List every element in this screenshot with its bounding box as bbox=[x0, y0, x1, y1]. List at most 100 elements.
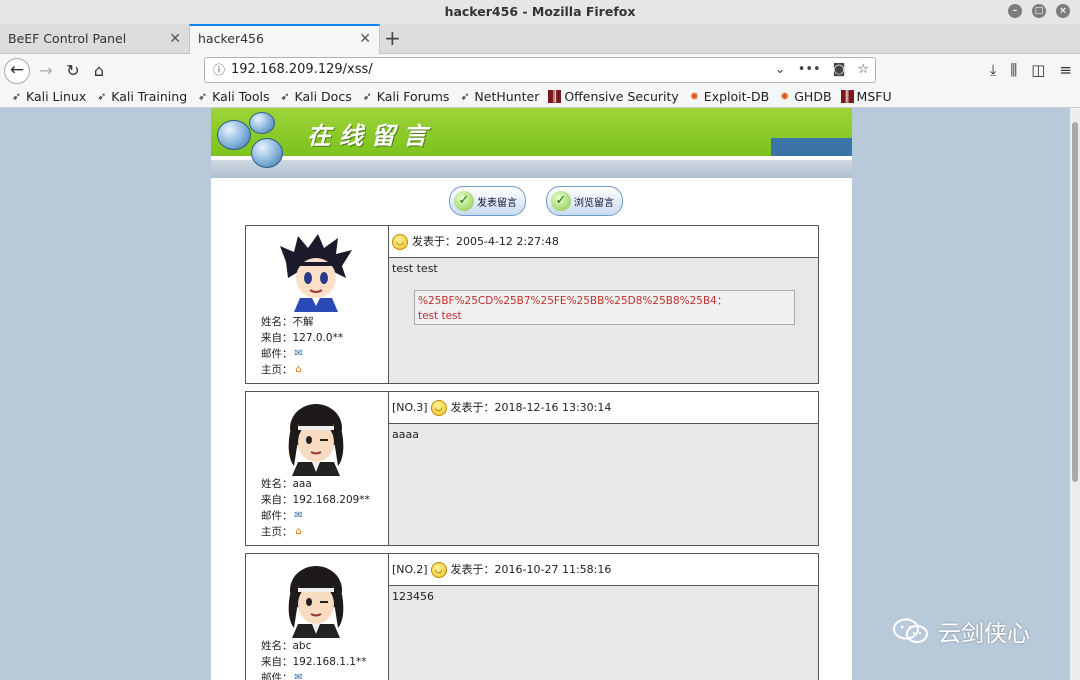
kali-dragon-icon: ➶ bbox=[460, 90, 470, 103]
sidebar-icon[interactable]: ◫ bbox=[1031, 58, 1045, 82]
mail-icon[interactable]: ✉ bbox=[293, 510, 305, 522]
bookmarks-toolbar: ➶ Kali Linux ➶ Kali Training ➶ Kali Tools ➶… bbox=[0, 86, 1080, 108]
bookmark-ghdb[interactable]: ✸ GHDB bbox=[778, 89, 831, 104]
kali-dragon-icon: ➶ bbox=[97, 90, 107, 103]
author-info: 姓名：aaa 来自：192.168.209** 邮件： ✉ 主页： ⌂ bbox=[261, 476, 370, 540]
author-mail: 邮件： ✉ bbox=[261, 510, 305, 522]
exploit-db-icon: ✸ bbox=[689, 90, 699, 103]
author-panel: 姓名：abc 来自：192.168.1.1** 邮件： ✉ bbox=[246, 554, 389, 680]
bookmark-kali-docs[interactable]: ➶ Kali Docs bbox=[279, 89, 351, 104]
url-bar[interactable]: ⓘ 192.168.209.129/xss/ ⌄ ••• ◙ ☆ bbox=[204, 57, 876, 83]
author-panel: 姓名：不解 来自：127.0.0** 邮件： ✉ 主页： ⌂ bbox=[246, 226, 389, 383]
bookmark-kali-forums[interactable]: ➶ Kali Forums bbox=[361, 89, 450, 104]
bookmark-exploit-db[interactable]: ✸ Exploit-DB bbox=[688, 89, 770, 104]
back-arrow-icon[interactable]: ← bbox=[4, 58, 30, 84]
library-icon[interactable]: ⫼ bbox=[1010, 58, 1017, 82]
site-banner: 在线留言 bbox=[211, 108, 852, 178]
toolbar-icons: ⤓ ⫼ ◫ ≡ bbox=[990, 58, 1072, 82]
tab-beef-control-panel[interactable]: BeEF Control Panel ✕ bbox=[0, 24, 190, 54]
author-from: 来自：192.168.1.1** bbox=[261, 656, 367, 668]
bookmark-star-icon[interactable]: ☆ bbox=[857, 58, 869, 82]
banner-blue-bar bbox=[771, 138, 852, 156]
menu-icon[interactable]: ≡ bbox=[1059, 58, 1072, 82]
anime-avatar-icon bbox=[288, 404, 344, 476]
bubble-logo-icon bbox=[251, 138, 283, 168]
site-info-icon[interactable]: ⓘ bbox=[213, 58, 225, 82]
ghdb-icon: ✸ bbox=[780, 90, 790, 103]
message-header: [NO.2] ◡ 发表于：2016-10-27 11:58:16 bbox=[389, 554, 818, 586]
message-posted-time: 发表于：2018-12-16 13:30:14 bbox=[450, 400, 612, 414]
message-no: [NO.2] bbox=[392, 562, 428, 576]
kali-dragon-icon: ➶ bbox=[280, 90, 290, 103]
forward-arrow-icon[interactable]: → bbox=[33, 58, 59, 84]
grin-smiley-icon: ◡ bbox=[430, 399, 447, 416]
new-tab-plus-icon[interactable]: + bbox=[384, 26, 401, 50]
bubble-logo-icon bbox=[217, 120, 251, 150]
bookmark-nethunter[interactable]: ➶ NetHunter bbox=[458, 89, 539, 104]
author-panel: 姓名：aaa 来自：192.168.209** 邮件： ✉ 主页： ⌂ bbox=[246, 392, 389, 545]
bookmark-kali-linux[interactable]: ➶ Kali Linux bbox=[10, 89, 86, 104]
window-title: hacker456 - Mozilla Firefox bbox=[444, 4, 636, 19]
message-body: aaaa bbox=[392, 428, 419, 441]
author-home: 主页： ⌂ bbox=[261, 524, 370, 540]
author-mail: 邮件： ✉ bbox=[261, 670, 366, 680]
tab-hacker456[interactable]: hacker456 ✕ bbox=[189, 24, 380, 54]
msfu-icon: ║ bbox=[840, 90, 854, 103]
tab-bar: BeEF Control Panel ✕ hacker456 ✕ + bbox=[0, 24, 1080, 54]
wechat-icon bbox=[893, 618, 928, 643]
reply-quote-encoded: %25BF%25CD%25B7%25FE%25BB%25D8%25B8%25B4… bbox=[418, 295, 728, 307]
banner-title: 在线留言 bbox=[307, 121, 435, 150]
tab-close-icon[interactable]: ✕ bbox=[359, 26, 371, 53]
post-message-button[interactable]: ✓ 发表留言 bbox=[449, 186, 526, 216]
author-from: 来自：192.168.209** bbox=[261, 494, 370, 506]
tab-label: hacker456 bbox=[198, 31, 264, 46]
page-scrollbar[interactable] bbox=[1070, 108, 1080, 680]
tab-close-icon[interactable]: ✕ bbox=[169, 24, 181, 54]
author-info: 姓名：不解 来自：127.0.0** 邮件： ✉ 主页： ⌂ bbox=[261, 314, 343, 378]
window-controls: – □ × bbox=[1008, 4, 1070, 18]
message-entry: 姓名：abc 来自：192.168.1.1** 邮件： ✉ [NO.2] ◡ 发表… bbox=[245, 553, 819, 680]
scrollbar-thumb[interactable] bbox=[1072, 122, 1078, 482]
check-icon: ✓ bbox=[454, 191, 474, 211]
reload-icon[interactable]: ↻ bbox=[60, 58, 86, 84]
watermark-text: 云剑侠心 bbox=[938, 621, 1030, 647]
minimize-button[interactable]: – bbox=[1008, 4, 1022, 18]
mail-icon[interactable]: ✉ bbox=[293, 672, 305, 680]
watermark: 云剑侠心 bbox=[892, 614, 1030, 648]
author-name: 姓名：abc bbox=[261, 640, 312, 652]
browse-messages-button[interactable]: ✓ 浏览留言 bbox=[546, 186, 623, 216]
maximize-button[interactable]: □ bbox=[1032, 4, 1046, 18]
download-icon[interactable]: ⤓ bbox=[990, 58, 997, 82]
home-icon[interactable]: ⌂ bbox=[86, 58, 112, 84]
page-actions-icon[interactable]: ••• bbox=[798, 58, 821, 82]
kali-dragon-icon: ➶ bbox=[11, 90, 22, 103]
reply-quote: %25BF%25CD%25B7%25FE%25BB%25D8%25B8%25B4… bbox=[414, 290, 795, 325]
bookmark-kali-tools[interactable]: ➶ Kali Tools bbox=[196, 89, 269, 104]
message-header: ◡ 发表于：2005-4-12 2:27:48 bbox=[389, 226, 818, 258]
homepage-icon[interactable]: ⌂ bbox=[293, 364, 305, 376]
chevron-down-icon[interactable]: ⌄ bbox=[775, 58, 786, 82]
message-posted-time: 发表于：2005-4-12 2:27:48 bbox=[412, 234, 559, 248]
message-no: [NO.3] bbox=[392, 400, 428, 414]
guestbook-page: 在线留言 ✓ 发表留言 ✓ 浏览留言 姓名：不解 来自：127.0.0** 邮件… bbox=[211, 108, 852, 680]
offsec-icon: ║ bbox=[548, 90, 562, 103]
message-panel: ◡ 发表于：2005-4-12 2:27:48 test test %25BF%… bbox=[389, 226, 818, 383]
kali-dragon-icon: ➶ bbox=[362, 90, 372, 103]
kali-dragon-icon: ➶ bbox=[198, 90, 208, 103]
bookmark-kali-training[interactable]: ➶ Kali Training bbox=[95, 89, 187, 104]
message-entry: 姓名：不解 来自：127.0.0** 邮件： ✉ 主页： ⌂ ◡ 发表于：2005-… bbox=[245, 225, 819, 384]
message-header: [NO.3] ◡ 发表于：2018-12-16 13:30:14 bbox=[389, 392, 818, 424]
pocket-icon[interactable]: ◙ bbox=[833, 58, 846, 82]
author-name: 姓名：不解 bbox=[261, 316, 314, 328]
close-window-button[interactable]: × bbox=[1056, 4, 1070, 18]
smiley-icon: ◡ bbox=[392, 233, 408, 250]
homepage-icon[interactable]: ⌂ bbox=[293, 526, 305, 538]
bookmark-msfu[interactable]: ║ MSFU bbox=[840, 89, 892, 104]
url-text[interactable]: 192.168.209.129/xss/ bbox=[231, 58, 373, 82]
message-posted-time: 发表于：2016-10-27 11:58:16 bbox=[450, 562, 612, 576]
tab-label: BeEF Control Panel bbox=[8, 31, 127, 46]
author-name: 姓名：aaa bbox=[261, 478, 312, 490]
bookmark-offensive-security[interactable]: ║ Offensive Security bbox=[548, 89, 679, 104]
mail-icon[interactable]: ✉ bbox=[293, 348, 305, 360]
author-info: 姓名：abc 来自：192.168.1.1** 邮件： ✉ bbox=[261, 638, 366, 680]
